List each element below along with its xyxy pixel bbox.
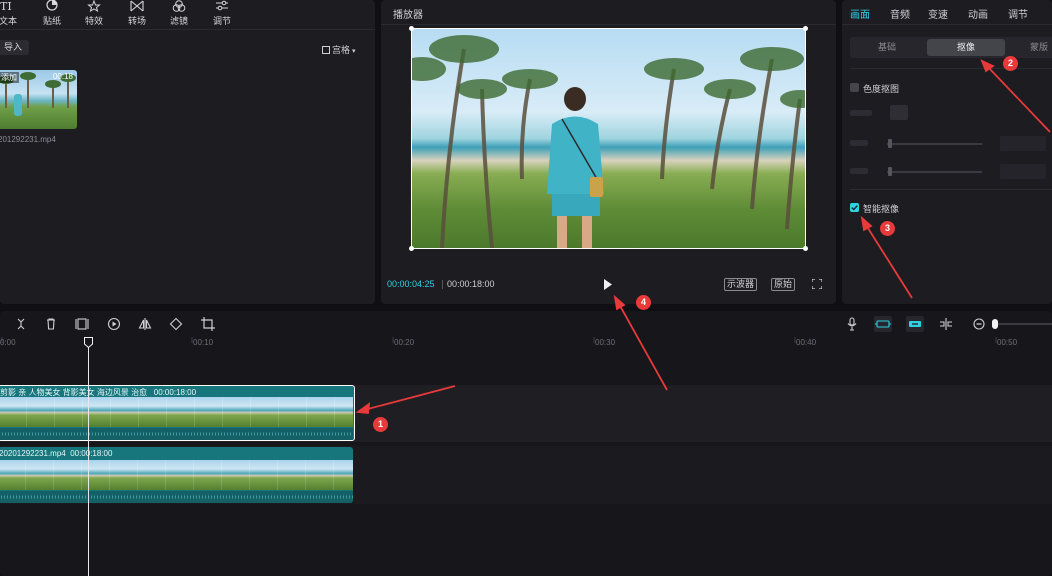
annotation-badge: 4 xyxy=(636,295,651,310)
annotation-arrows xyxy=(355,59,1051,414)
annotation-badge: 3 xyxy=(880,221,895,236)
annotation-badge: 1 xyxy=(373,417,388,432)
annotation-badge: 2 xyxy=(1003,56,1018,71)
